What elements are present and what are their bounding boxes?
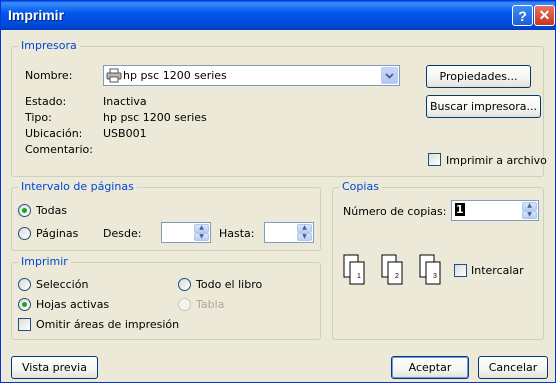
printer-name-label: Nombre:: [25, 69, 73, 82]
from-spin-buttons[interactable]: ▲ ▼: [194, 224, 209, 241]
printer-location-value: USB001: [103, 127, 147, 140]
page-range-legend: Intervalo de páginas: [18, 180, 137, 193]
active-sheets-label[interactable]: Hojas activas: [36, 298, 109, 311]
page-number-label: 3: [433, 273, 437, 280]
selection-label[interactable]: Selección: [36, 278, 88, 291]
printer-type-value: hp psc 1200 series: [103, 111, 207, 124]
up-arrow-icon[interactable]: ▲: [297, 224, 312, 233]
ok-button[interactable]: Aceptar: [391, 356, 469, 379]
collate-pages-icon: 1 2 3: [343, 254, 441, 285]
selection-radio[interactable]: [18, 278, 31, 291]
all-pages-radio[interactable]: [18, 204, 31, 217]
whole-book-radio[interactable]: [178, 278, 191, 291]
page-number-label: 1: [357, 273, 361, 280]
page-range-group: Intervalo de páginas Todas Páginas Desde…: [11, 180, 321, 251]
up-arrow-icon[interactable]: ▲: [522, 202, 537, 211]
table-radio[interactable]: [178, 298, 191, 311]
down-arrow-icon[interactable]: ▼: [522, 210, 537, 219]
window-title: Imprimir: [8, 7, 65, 23]
chevron-down-icon[interactable]: [381, 67, 398, 84]
collate-label[interactable]: Intercalar: [471, 264, 524, 277]
properties-button[interactable]: Propiedades...: [426, 65, 531, 88]
to-spin-buttons[interactable]: ▲ ▼: [297, 224, 312, 241]
print-dialog: Imprimir ? ✕ Impresora Nombre: hp psc 12…: [0, 0, 556, 383]
to-page-stepper[interactable]: ▲ ▼: [264, 222, 314, 243]
printer-group: Impresora Nombre: hp psc 1200 series Est…: [11, 39, 547, 177]
from-page-stepper[interactable]: ▲ ▼: [161, 222, 211, 243]
copies-legend: Copias: [339, 180, 382, 193]
print-what-legend: Imprimir: [18, 255, 71, 268]
printer-status-label: Estado:: [25, 95, 67, 108]
printer-name-select[interactable]: hp psc 1200 series: [103, 65, 400, 86]
active-sheets-radio[interactable]: [18, 298, 31, 311]
copies-number-value[interactable]: 1: [455, 203, 465, 216]
table-label: Tabla: [196, 298, 225, 311]
ignore-print-areas-checkbox[interactable]: [18, 318, 31, 331]
printer-location-label: Ubicación:: [25, 127, 83, 140]
printer-comment-label: Comentario:: [25, 143, 93, 156]
ignore-print-areas-label[interactable]: Omitir áreas de impresión: [36, 318, 179, 331]
pages-label[interactable]: Páginas: [36, 227, 78, 240]
print-preview-button[interactable]: Vista previa: [11, 356, 98, 379]
whole-book-label[interactable]: Todo el libro: [196, 278, 262, 291]
title-bar[interactable]: Imprimir ? ✕: [1, 1, 555, 30]
copies-stepper[interactable]: 1 ▲ ▼: [451, 200, 539, 221]
cancel-button[interactable]: Cancelar: [478, 356, 548, 379]
help-icon: ?: [518, 7, 527, 24]
collate-checkbox[interactable]: [454, 264, 467, 277]
to-label: Hasta:: [219, 227, 255, 240]
help-button[interactable]: ?: [512, 5, 533, 26]
page-number-label: 2: [395, 273, 399, 280]
printer-icon: [106, 68, 122, 83]
all-pages-label[interactable]: Todas: [36, 204, 67, 217]
copies-number-label: Número de copias:: [343, 205, 447, 218]
print-to-file-label[interactable]: Imprimir a archivo: [446, 154, 547, 167]
print-to-file-checkbox[interactable]: [428, 153, 441, 166]
printer-status-value: Inactiva: [103, 95, 147, 108]
printer-name-value: hp psc 1200 series: [123, 69, 227, 82]
down-arrow-icon[interactable]: ▼: [194, 232, 209, 241]
printer-group-legend: Impresora: [18, 39, 80, 52]
printer-type-label: Tipo:: [25, 111, 52, 124]
copies-group: Copias Número de copias: 1 ▲ ▼ 1 2 3 Int…: [332, 180, 544, 340]
down-arrow-icon[interactable]: ▼: [297, 232, 312, 241]
from-label: Desde:: [103, 227, 142, 240]
close-button[interactable]: ✕: [534, 5, 555, 26]
up-arrow-icon[interactable]: ▲: [194, 224, 209, 233]
print-what-group: Imprimir Selección Todo el libro Hojas a…: [11, 255, 321, 340]
close-icon: ✕: [538, 7, 551, 23]
copies-spin-buttons[interactable]: ▲ ▼: [522, 202, 537, 219]
find-printer-button[interactable]: Buscar impresora...: [426, 95, 541, 118]
pages-radio[interactable]: [18, 227, 31, 240]
